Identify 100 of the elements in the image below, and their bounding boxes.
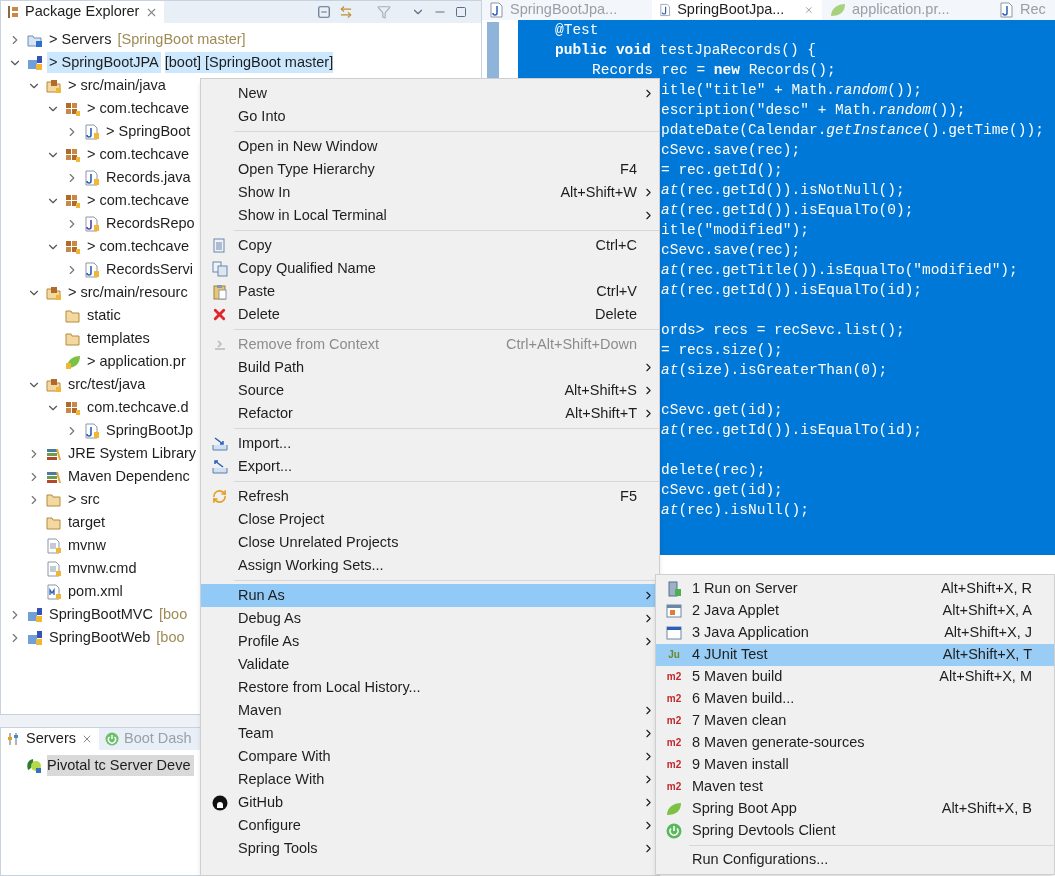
shortcut-label: Alt+Shift+W	[560, 182, 637, 202]
badge-icon: m2	[666, 694, 682, 704]
menu-item[interactable]: Build Path	[201, 356, 659, 379]
menu-item[interactable]: Copy Ctrl+C	[201, 234, 659, 257]
tree-item[interactable]: > Servers	[47, 28, 114, 51]
tree-item[interactable]: pom.xml	[66, 580, 125, 603]
menu-item[interactable]: Open in New Window	[201, 135, 659, 158]
menu-item[interactable]: m2 8 Maven generate-sources	[656, 732, 1054, 754]
menu-item[interactable]: Refactor Alt+Shift+T	[201, 402, 659, 425]
tree-item[interactable]: mvnw	[66, 534, 108, 557]
repo-label: [boot] [SpringBoot master]	[164, 51, 334, 74]
menu-item[interactable]: Delete Delete	[201, 303, 659, 326]
menu-item[interactable]: Validate	[201, 653, 659, 676]
tree-item[interactable]: > src	[66, 488, 102, 511]
shortcut-label: Alt+Shift+X, R	[940, 579, 1032, 599]
tree-item[interactable]: > com.techcave	[85, 143, 191, 166]
menu-item[interactable]: Show in Local Terminal	[201, 204, 659, 227]
menu-item[interactable]: Replace With	[201, 768, 659, 791]
code-line: ords> recs = recSevc.list();	[661, 321, 905, 340]
java-file-icon	[660, 2, 672, 18]
tree-item[interactable]: static	[85, 304, 123, 327]
menu-item[interactable]: m2 9 Maven install	[656, 754, 1054, 776]
menu-item[interactable]: m2 7 Maven clean	[656, 710, 1054, 732]
menu-item[interactable]: Maven	[201, 699, 659, 722]
java-file-icon	[84, 422, 100, 439]
view-tab[interactable]: Servers	[1, 728, 99, 750]
tree-item[interactable]: Maven Dependenc	[66, 465, 192, 488]
menu-item[interactable]: Spring Devtools Client	[656, 820, 1054, 842]
tree-item[interactable]: > com.techcave	[85, 189, 191, 212]
copy-icon	[211, 260, 228, 277]
menu-item[interactable]: Profile As	[201, 630, 659, 653]
menu-item[interactable]: Compare With	[201, 745, 659, 768]
shortcut-label: Alt+Shift+X, M	[939, 667, 1032, 687]
package-icon	[65, 100, 81, 117]
server-leaf-icon	[25, 757, 43, 774]
close-icon[interactable]	[804, 4, 814, 16]
menu-item[interactable]: Ju 4 JUnit Test Alt+Shift+X, T	[656, 644, 1054, 666]
tree-item[interactable]: mvnw.cmd	[66, 557, 139, 580]
menu-item[interactable]: m2 Maven test	[656, 776, 1054, 798]
copy-icon	[211, 237, 228, 254]
tree-item[interactable]: SpringBootMVC	[47, 603, 155, 626]
menu-item[interactable]: Team	[201, 722, 659, 745]
menu-item[interactable]: Paste Ctrl+V	[201, 280, 659, 303]
tree-item[interactable]: JRE System Library	[66, 442, 199, 465]
menu-item[interactable]: Assign Working Sets...	[201, 554, 659, 577]
tree-item[interactable]: > SpringBoot	[104, 120, 193, 143]
menu-item[interactable]: GitHub	[201, 791, 659, 814]
menu-item[interactable]: 1 Run on Server Alt+Shift+X, R	[656, 578, 1054, 600]
clipboard-icon	[211, 283, 228, 300]
link-icon[interactable]	[339, 5, 353, 19]
menu-item[interactable]: Close Unrelated Projects	[201, 531, 659, 554]
menu-item[interactable]: Open Type Hierarchy F4	[201, 158, 659, 181]
server-entry[interactable]: Pivotal tc Server Deve	[47, 754, 195, 777]
tree-item[interactable]: > src/main/resourc	[66, 281, 190, 304]
folder-icon	[65, 330, 81, 347]
menu-item[interactable]: Import...	[201, 432, 659, 455]
package-icon	[65, 146, 81, 163]
tree-item[interactable]: > application.pr	[85, 350, 188, 373]
menu-item[interactable]: m2 5 Maven build Alt+Shift+X, M	[656, 666, 1054, 688]
tree-item[interactable]: > SpringBootJPA	[47, 51, 161, 74]
menu-item[interactable]: Source Alt+Shift+S	[201, 379, 659, 402]
tree-item[interactable]: SpringBootJp	[104, 419, 196, 442]
tree-item[interactable]: templates	[85, 327, 152, 350]
tree-item[interactable]: > com.techcave	[85, 235, 191, 258]
maximize-icon[interactable]	[455, 6, 467, 18]
file-icon	[46, 537, 62, 554]
menu-item[interactable]: Spring Boot App Alt+Shift+X, B	[656, 798, 1054, 820]
menu-item[interactable]: m2 6 Maven build...	[656, 688, 1054, 710]
tree-item[interactable]: com.techcave.d	[85, 396, 191, 419]
code-line: cSevc.get(id);	[661, 401, 783, 420]
tree-item[interactable]: target	[66, 511, 108, 534]
tree-item[interactable]: RecordsServi	[104, 258, 196, 281]
menu-item[interactable]: Debug As	[201, 607, 659, 630]
menu-item[interactable]: Configure	[201, 814, 659, 837]
tree-item[interactable]: Records.java	[104, 166, 193, 189]
view-title: Package Explorer	[25, 2, 140, 22]
menu-item[interactable]: Close Project	[201, 508, 659, 531]
menu-item[interactable]: Show In Alt+Shift+W	[201, 181, 659, 204]
menu-item[interactable]: Go Into	[201, 105, 659, 128]
menu-item[interactable]: Copy Qualified Name	[201, 257, 659, 280]
tree-item[interactable]: SpringBootWeb	[47, 626, 153, 649]
editor-tab[interactable]: SpringBootJpa...	[652, 0, 822, 20]
collapse-all-icon[interactable]	[317, 5, 331, 19]
view-tab[interactable]: Package Explorer	[1, 1, 165, 23]
repo-label: [boo	[156, 627, 185, 647]
tree-item[interactable]: RecordsRepo	[104, 212, 197, 235]
menu-item[interactable]: Spring Tools	[201, 837, 659, 860]
shortcut-label: Alt+Shift+X, T	[942, 645, 1032, 665]
menu-item[interactable]: 3 Java Application Alt+Shift+X, J	[656, 622, 1054, 644]
tree-item[interactable]: > src/main/java	[66, 74, 168, 97]
menu-item[interactable]: Export...	[201, 455, 659, 478]
menu-item[interactable]: Run Configurations...	[656, 849, 1054, 871]
tree-item[interactable]: > com.techcave	[85, 97, 191, 120]
tree-item[interactable]: src/test/java	[66, 373, 148, 396]
menu-item[interactable]: 2 Java Applet Alt+Shift+X, A	[656, 600, 1054, 622]
folder-icon	[65, 307, 81, 324]
code-line: at(rec.getId()).isEqualTo(0);	[661, 201, 914, 220]
menu-item[interactable]: Restore from Local History...	[201, 676, 659, 699]
menu-item[interactable]: Refresh F5	[201, 485, 659, 508]
menu-item[interactable]: New	[201, 82, 659, 105]
